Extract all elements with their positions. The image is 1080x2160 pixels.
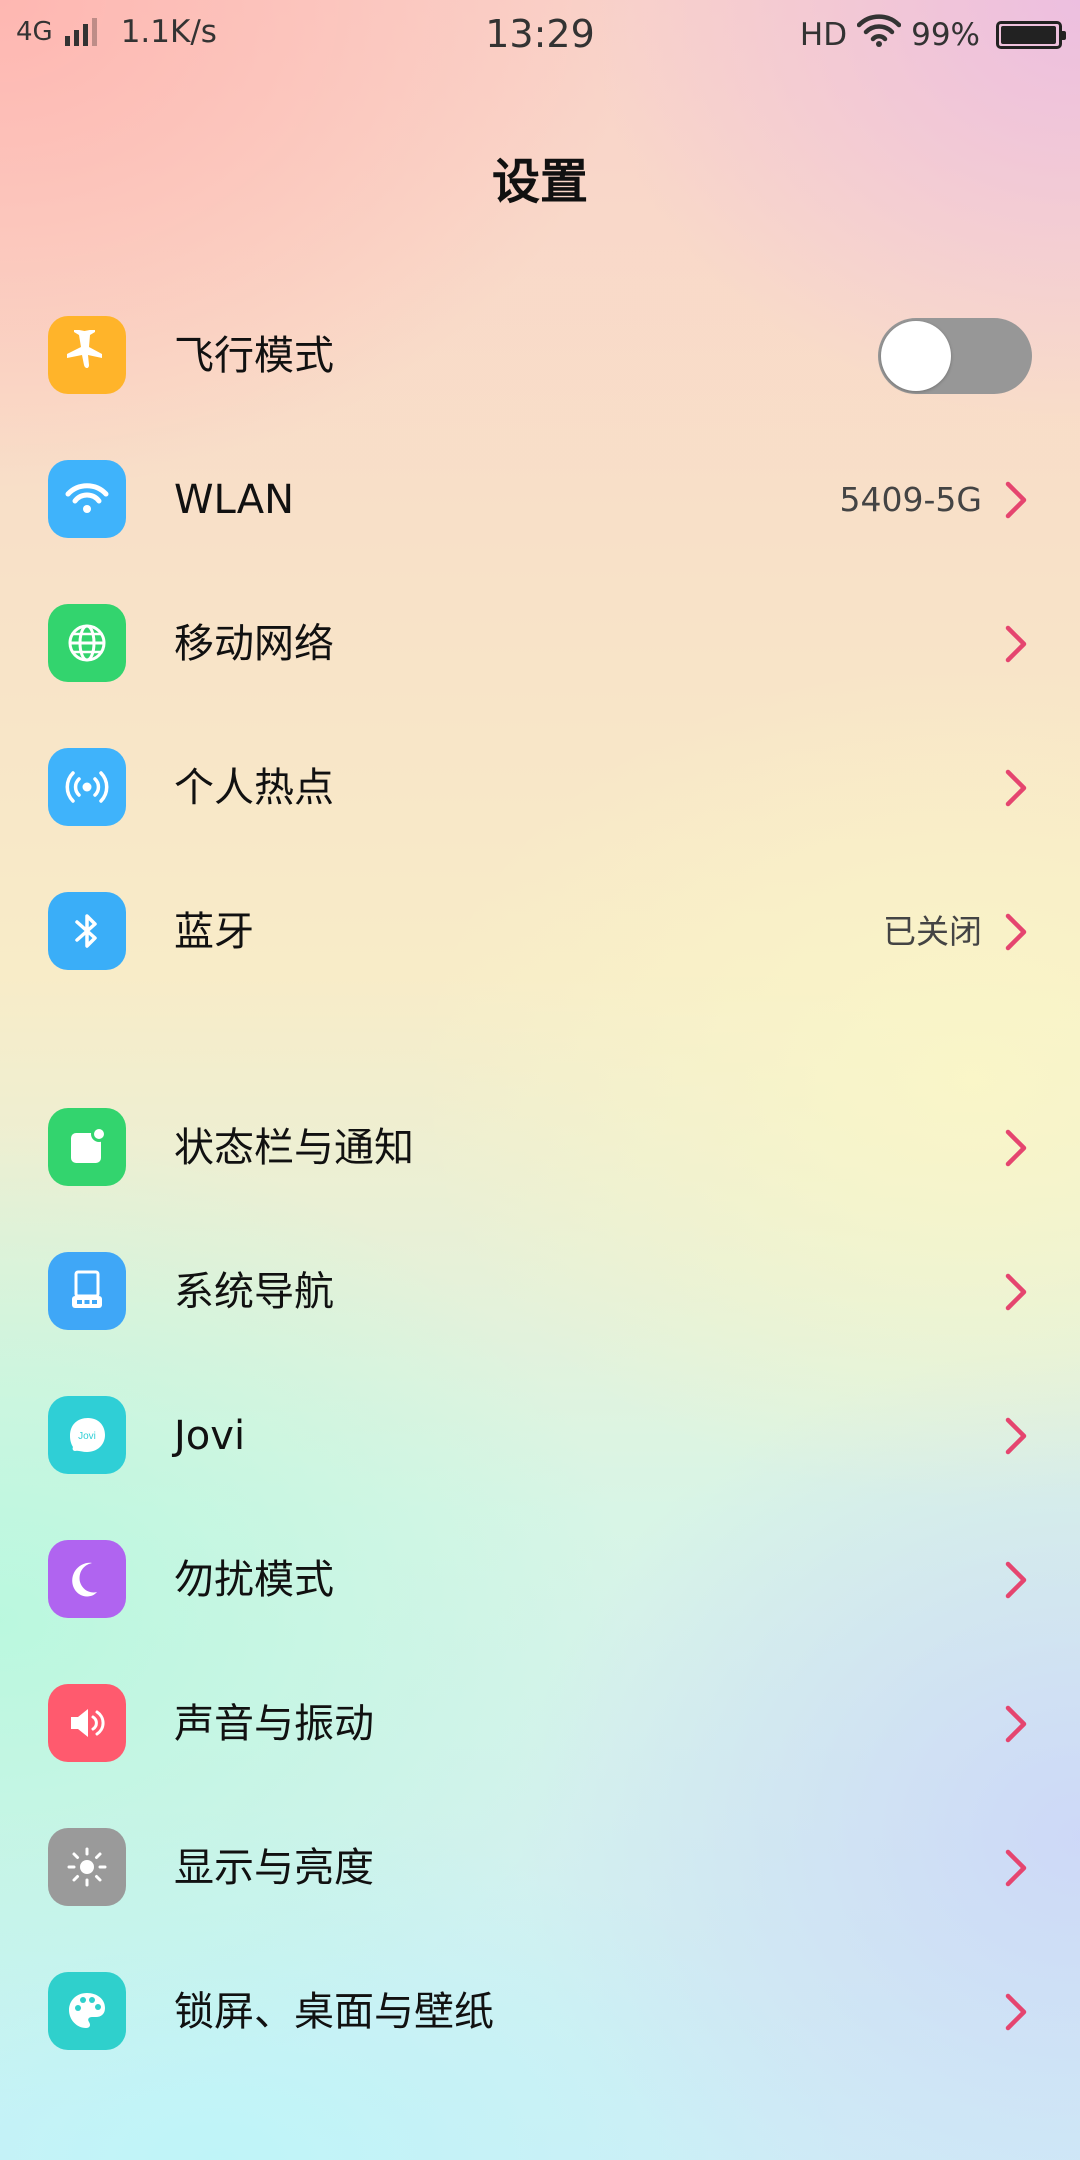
setting-lockscreen-wallpaper[interactable]: 锁屏、桌面与壁纸 — [0, 1940, 1080, 2084]
notification-icon — [48, 1108, 126, 1186]
setting-airplane-mode[interactable]: 飞行模式 — [0, 284, 1080, 428]
setting-jovi[interactable]: Jovi Jovi — [0, 1364, 1080, 1508]
chevron-right-icon — [1005, 1993, 1027, 2031]
jovi-icon: Jovi — [48, 1396, 126, 1474]
chevron-right-icon — [1005, 913, 1027, 951]
page-title: 设置 — [491, 154, 588, 210]
chevron-right-icon — [1005, 769, 1027, 807]
setting-do-not-disturb[interactable]: 勿扰模式 — [0, 1508, 1080, 1652]
palette-icon — [48, 1972, 126, 2050]
setting-mobile-network[interactable]: 移动网络 — [0, 572, 1080, 716]
setting-label: Jovi — [174, 1413, 246, 1459]
setting-hotspot[interactable]: 个人热点 — [0, 716, 1080, 860]
setting-label: 个人热点 — [174, 765, 334, 811]
bluetooth-status: 已关闭 — [883, 912, 982, 951]
setting-label: 状态栏与通知 — [174, 1125, 414, 1171]
setting-label: 蓝牙 — [174, 909, 254, 955]
airplane-icon — [48, 316, 126, 394]
bluetooth-icon — [48, 892, 126, 970]
wifi-status-icon — [856, 14, 902, 56]
chevron-right-icon — [1005, 1705, 1027, 1743]
status-bar-right: HD 99% — [799, 14, 1066, 56]
setting-display-brightness[interactable]: 显示与亮度 — [0, 1796, 1080, 1940]
chevron-right-icon — [1005, 481, 1027, 519]
setting-label: 飞行模式 — [174, 333, 334, 379]
globe-icon — [48, 604, 126, 682]
battery-icon — [996, 21, 1066, 49]
speaker-icon — [48, 1684, 126, 1762]
chevron-right-icon — [1005, 1849, 1027, 1887]
airplane-mode-toggle[interactable] — [878, 318, 1032, 394]
setting-label: 声音与振动 — [174, 1701, 374, 1747]
chevron-right-icon — [1005, 1561, 1027, 1599]
svg-text:Jovi: Jovi — [78, 1431, 96, 1442]
setting-wlan[interactable]: WLAN 5409-5G — [0, 428, 1080, 572]
brightness-icon — [48, 1828, 126, 1906]
setting-label: 移动网络 — [174, 621, 334, 667]
battery-percent: 99% — [911, 17, 980, 53]
setting-label: 锁屏、桌面与壁纸 — [174, 1989, 494, 2035]
hd-indicator: HD — [799, 17, 848, 53]
status-bar: 4G 1.1K/s 13:29 HD 99% — [0, 0, 1080, 72]
setting-bluetooth[interactable]: 蓝牙 已关闭 — [0, 860, 1080, 1004]
moon-icon — [48, 1540, 126, 1618]
toggle-knob — [881, 321, 951, 391]
setting-statusbar-notifications[interactable]: 状态栏与通知 — [0, 1076, 1080, 1220]
wifi-icon — [48, 460, 126, 538]
setting-label: 显示与亮度 — [174, 1845, 374, 1891]
setting-system-navigation[interactable]: 系统导航 — [0, 1220, 1080, 1364]
wlan-network-name: 5409-5G — [839, 480, 982, 519]
setting-sound-vibration[interactable]: 声音与振动 — [0, 1652, 1080, 1796]
chevron-right-icon — [1005, 1273, 1027, 1311]
chevron-right-icon — [1005, 1417, 1027, 1455]
setting-label: WLAN — [174, 477, 295, 523]
setting-label: 勿扰模式 — [174, 1557, 334, 1603]
navigation-icon — [48, 1252, 126, 1330]
chevron-right-icon — [1005, 625, 1027, 663]
hotspot-icon — [48, 748, 126, 826]
setting-label: 系统导航 — [174, 1269, 334, 1315]
chevron-right-icon — [1005, 1129, 1027, 1167]
